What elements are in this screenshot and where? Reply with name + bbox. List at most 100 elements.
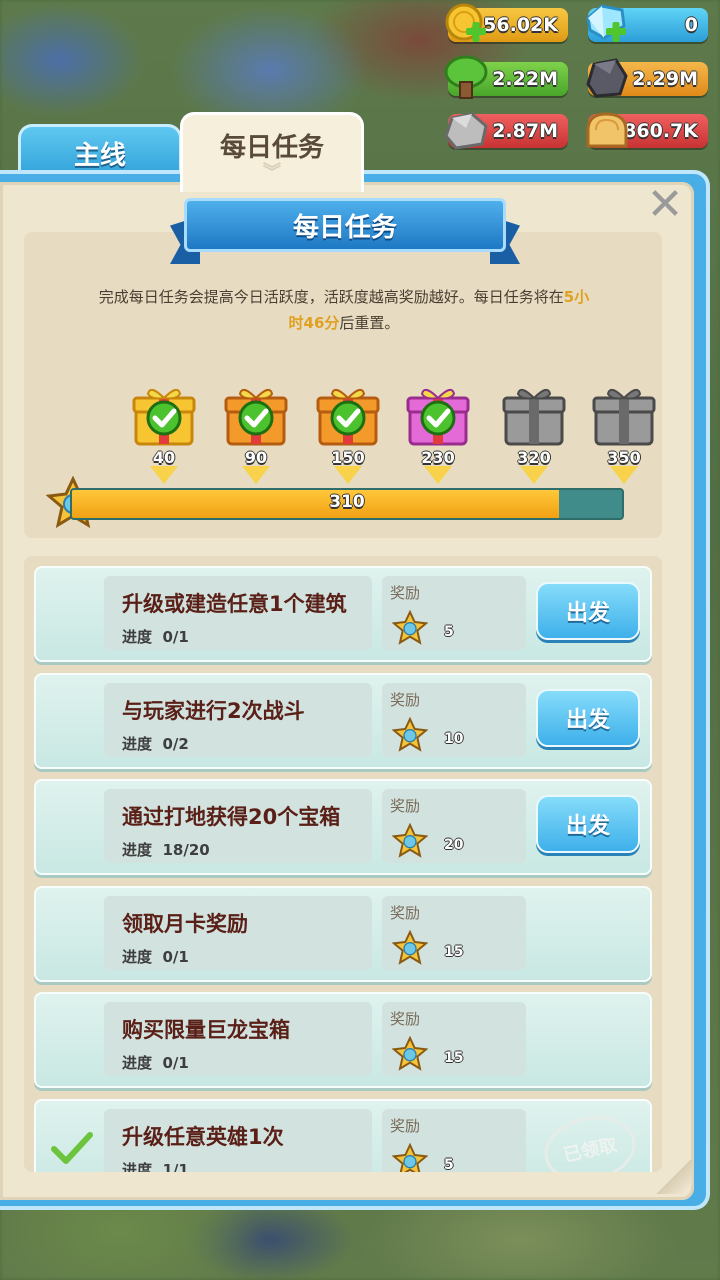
- task-row: 购买限量巨龙宝箱 进度 0/1 奖励 15: [34, 992, 652, 1088]
- go-button[interactable]: 出发: [536, 582, 640, 640]
- task-title: 通过打地获得20个宝箱: [122, 801, 340, 831]
- task-row: 与玩家进行2次战斗 进度 0/2 奖励 10 出发: [34, 672, 652, 769]
- reward-label: 奖励: [390, 903, 421, 922]
- milestone-marker: [242, 466, 270, 484]
- bread-icon: [586, 112, 628, 148]
- task-progress-value: 18/20: [162, 841, 210, 859]
- milestone-marker: [150, 466, 178, 484]
- task-row: 通过打地获得20个宝箱 进度 18/20 奖励 20 出发: [34, 779, 652, 875]
- milestone-marker: [610, 466, 638, 484]
- task-progress-value: 0/1: [162, 947, 189, 966]
- task-title-pre: 领取月卡奖励: [122, 911, 248, 936]
- task-progress-label: 进度: [122, 734, 153, 753]
- tab-main-quest-label: 主线: [73, 141, 126, 171]
- task-title-pre: 升级任意英雄: [122, 1124, 248, 1149]
- milestone-value: 150: [331, 448, 365, 467]
- task-progress: 进度 0/1: [122, 946, 189, 967]
- activity-star-icon: [392, 929, 428, 965]
- gold-value: 56.02K: [483, 14, 558, 36]
- reward-value: 15: [444, 943, 464, 960]
- iron-value: 2.29M: [632, 68, 698, 90]
- task-title-count: 20: [248, 805, 278, 829]
- gem-counter[interactable]: 0: [586, 4, 708, 42]
- task-list[interactable]: 升级或建造任意1个建筑 进度 0/1 奖励 5 出发 与玩家进行2次战斗 进度 0/2 奖励 1…: [24, 556, 662, 1172]
- milestone-value: 230: [421, 448, 455, 467]
- task-title: 升级或建造任意1个建筑: [122, 588, 347, 618]
- close-icon[interactable]: ✕: [644, 183, 686, 227]
- panel-description: 完成每日任务会提高今日活跃度，活跃度越高奖励越好。每日任务将在5小时46分后重置…: [96, 284, 592, 336]
- reward-value: 5: [444, 624, 454, 640]
- milestone-chest-40[interactable]: [130, 384, 198, 448]
- milestone-value: 90: [244, 448, 268, 467]
- task-progress: 进度 18/20: [122, 839, 210, 860]
- tab-daily-quest[interactable]: 每日任务 ︾: [180, 112, 364, 192]
- task-title-pre: 购买限量巨龙宝箱: [122, 1018, 290, 1042]
- food-counter: 860.7K: [586, 112, 708, 148]
- food-value: 860.7K: [623, 120, 698, 142]
- task-progress-label: 进度: [122, 1160, 153, 1173]
- milestone-chest-90[interactable]: [222, 384, 290, 448]
- task-row: 领取月卡奖励进度 0/1 奖励 15: [34, 885, 652, 982]
- task-row: 升级任意英雄1次进度 1/1 奖励 5 已领取: [34, 1098, 652, 1173]
- task-title-pre: 与玩家进行: [122, 698, 227, 723]
- go-button[interactable]: 出发: [536, 688, 640, 747]
- milestone-marker: [520, 466, 548, 484]
- activity-star-icon: [392, 823, 428, 858]
- milestone-value: 40: [152, 448, 176, 467]
- gem-plus-icon: [586, 4, 626, 42]
- go-button[interactable]: 出发: [536, 795, 640, 853]
- task-progress-value: 0/1: [162, 628, 189, 646]
- milestone-value: 350: [607, 448, 641, 467]
- claimed-stamp: 已领取: [538, 1107, 642, 1172]
- reward-value: 5: [444, 1156, 454, 1173]
- iron-counter: 2.29M: [586, 58, 708, 98]
- activity-star-icon: [392, 1036, 428, 1071]
- task-progress-label: 进度: [122, 1054, 153, 1072]
- milestone-marker: [334, 466, 362, 484]
- milestone-chest-230[interactable]: [404, 384, 472, 448]
- gold-coin-plus-icon: [445, 3, 486, 42]
- gold-counter[interactable]: 56.02K: [445, 3, 568, 42]
- reward-value: 20: [444, 837, 464, 853]
- task-title-count: 2: [227, 698, 242, 723]
- milestone-chest-320[interactable]: [500, 384, 568, 448]
- task-title-post: 次: [262, 1124, 284, 1149]
- activity-progress-value: 310: [329, 492, 365, 512]
- reward-label: 奖励: [390, 1116, 421, 1135]
- reward-value: 15: [444, 1050, 464, 1066]
- task-progress-label: 进度: [122, 628, 153, 646]
- task-progress: 进度 0/1: [122, 1052, 189, 1073]
- task-progress: 进度 0/1: [122, 626, 189, 647]
- task-progress-value: 1/1: [162, 1160, 189, 1173]
- activity-star-icon: [392, 716, 428, 752]
- milestone-chest-150[interactable]: [314, 384, 382, 448]
- milestone-chest-350[interactable]: [590, 384, 658, 448]
- task-title: 领取月卡奖励: [122, 908, 248, 938]
- description-post: 后重置。: [339, 314, 400, 332]
- task-title-pre: 升级或建造任意: [122, 592, 269, 616]
- stone-value: 2.87M: [492, 120, 558, 142]
- panel-title-ribbon: 每日任务: [170, 198, 520, 264]
- wood-value: 2.22M: [492, 68, 558, 90]
- task-title: 升级任意英雄1次: [122, 1121, 284, 1151]
- task-title: 与玩家进行2次战斗: [122, 695, 305, 725]
- description-pre: 完成每日任务会提高今日活跃度，活跃度越高奖励越好。每日任务将在: [98, 288, 564, 306]
- task-title-pre: 通过打地获得: [122, 805, 248, 829]
- reward-value: 10: [444, 730, 464, 747]
- task-title-count: 1: [248, 1124, 263, 1149]
- panel-title: 每日任务: [184, 198, 506, 252]
- task-title-count: 1: [269, 592, 284, 616]
- milestone-value: 320: [517, 448, 551, 467]
- task-progress-value: 0/2: [162, 734, 189, 753]
- task-progress: 进度 0/2: [122, 733, 189, 754]
- checkmark-icon: [51, 1131, 93, 1164]
- reward-label: 奖励: [390, 584, 421, 602]
- task-title-post: 个宝箱: [277, 805, 341, 829]
- task-progress-value: 0/1: [162, 1054, 189, 1072]
- activity-star-icon: [392, 610, 428, 645]
- task-progress-label: 进度: [122, 947, 153, 966]
- tree-icon: [444, 55, 488, 99]
- iron-ore-icon: [586, 58, 628, 98]
- reward-label: 奖励: [390, 1010, 421, 1028]
- task-progress-label: 进度: [122, 841, 153, 859]
